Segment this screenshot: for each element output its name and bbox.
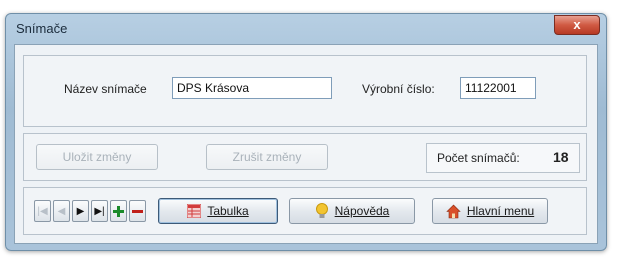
save-changes-label: Uložit změny xyxy=(62,150,132,164)
last-record-button[interactable]: ▶| xyxy=(91,200,108,222)
cancel-changes-label: Zrušit změny xyxy=(232,150,302,164)
sensor-details-panel: Název snímače Výrobní číslo: xyxy=(23,55,587,127)
cancel-changes-button[interactable]: Zrušit změny xyxy=(206,144,328,170)
previous-record-button[interactable]: ◀ xyxy=(53,200,70,222)
add-record-button[interactable] xyxy=(110,200,127,222)
sensor-name-input[interactable] xyxy=(172,77,332,99)
first-record-button[interactable]: |◀ xyxy=(34,200,51,222)
help-button[interactable]: Nápověda xyxy=(289,198,415,224)
main-menu-button-label: Hlavní menu xyxy=(466,204,535,218)
close-button[interactable]: x xyxy=(554,15,600,35)
next-record-icon: ▶ xyxy=(76,205,85,217)
previous-record-icon: ◀ xyxy=(57,205,66,217)
save-changes-button[interactable]: Uložit změny xyxy=(36,144,158,170)
actions-panel: Uložit změny Zrušit změny Počet snímačů:… xyxy=(23,133,587,181)
client-area: Název snímače Výrobní číslo: Uložit změn… xyxy=(14,44,598,244)
help-button-label: Nápověda xyxy=(334,204,390,218)
close-icon: x xyxy=(573,17,581,32)
window-title: Snímače xyxy=(16,21,68,36)
main-menu-button[interactable]: Hlavní menu xyxy=(432,198,548,224)
app-window: Snímače x Název snímače Výrobní číslo: U… xyxy=(5,13,607,251)
add-icon xyxy=(113,205,124,217)
last-record-icon: ▶| xyxy=(94,205,105,217)
title-bar[interactable]: Snímače x xyxy=(6,14,606,44)
delete-record-button[interactable] xyxy=(129,200,146,222)
table-button[interactable]: Tabulka xyxy=(158,198,278,224)
serial-number-input[interactable] xyxy=(460,77,536,99)
sensor-count-label: Počet snímačů: xyxy=(437,151,520,165)
table-icon xyxy=(187,204,202,218)
serial-number-label: Výrobní číslo: xyxy=(362,82,435,96)
sensor-count-box: Počet snímačů: 18 xyxy=(426,143,580,173)
navigation-panel: |◀ ◀ ▶ ▶| Tabulka Nápověda Hlavní menu xyxy=(23,187,587,235)
sensor-name-label: Název snímače xyxy=(64,82,147,96)
home-icon xyxy=(446,204,461,218)
next-record-button[interactable]: ▶ xyxy=(72,200,89,222)
sensor-count-value: 18 xyxy=(553,149,569,165)
delete-icon xyxy=(132,209,143,213)
lightbulb-icon xyxy=(315,203,328,218)
first-record-icon: |◀ xyxy=(37,205,48,217)
table-button-label: Tabulka xyxy=(207,204,249,218)
